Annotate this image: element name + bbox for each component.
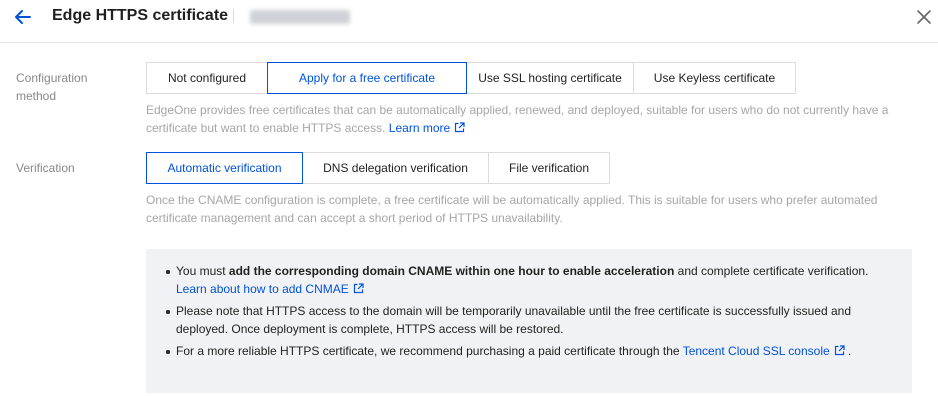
option-not-configured[interactable]: Not configured	[146, 62, 268, 94]
ssl-console-link[interactable]: Tencent Cloud SSL console	[683, 344, 845, 358]
notice-list: You must add the corresponding domain CN…	[164, 262, 884, 364]
header-divider	[0, 42, 938, 43]
config-method-label-line2: method	[16, 89, 57, 103]
config-method-selector: Not configured Apply for a free certific…	[146, 62, 796, 94]
page-title: Edge HTTPS certificate	[52, 7, 229, 24]
notice-item3-suffix: .	[844, 344, 852, 358]
learn-more-label: Learn more	[388, 121, 451, 135]
verification-description: Once the CNAME configuration is complete…	[146, 193, 878, 225]
notice-item1-prefix: You must	[176, 264, 229, 278]
notice-item-paid-cert: For a more reliable HTTPS certificate, w…	[164, 342, 884, 360]
domain-name-blurred	[250, 10, 350, 24]
back-arrow-icon[interactable]	[12, 6, 34, 28]
verification-label: Verification	[16, 161, 75, 175]
external-link-icon	[834, 345, 845, 356]
notice-box: You must add the corresponding domain CN…	[146, 249, 912, 393]
notice-item-unavailable: Please note that HTTPS access to the dom…	[164, 302, 884, 338]
learn-more-link[interactable]: Learn more	[389, 121, 465, 135]
notice-item-cname: You must add the corresponding domain CN…	[164, 262, 884, 298]
title-divider	[233, 9, 234, 23]
config-method-label: Configuration method	[16, 69, 126, 105]
config-method-label-line1: Configuration	[16, 71, 88, 85]
cname-help-link[interactable]: Learn about how to add CNMAE	[176, 282, 364, 296]
option-keyless-certificate[interactable]: Use Keyless certificate	[633, 62, 796, 94]
notice-item1-bold: add the corresponding domain CNAME withi…	[228, 264, 675, 278]
cname-help-label: Learn about how to add CNMAE	[176, 282, 349, 296]
notice-item3-prefix: For a more reliable HTTPS certificate, w…	[176, 344, 683, 358]
page-header: Edge HTTPS certificate	[0, 0, 938, 35]
verification-selector: Automatic verification DNS delegation ve…	[146, 152, 610, 184]
external-link-icon	[455, 122, 465, 133]
option-dns-delegation-verification[interactable]: DNS delegation verification	[302, 152, 489, 184]
option-free-certificate[interactable]: Apply for a free certificate	[267, 62, 467, 94]
config-desc-text: EdgeOne provides free certificates that …	[146, 103, 889, 135]
notice-item1-suffix: and complete certificate verification.	[674, 264, 869, 278]
external-link-icon	[353, 283, 364, 294]
option-file-verification[interactable]: File verification	[488, 152, 610, 184]
option-ssl-hosting-certificate[interactable]: Use SSL hosting certificate	[466, 62, 634, 94]
ssl-console-label: Tencent Cloud SSL console	[682, 344, 830, 358]
close-icon[interactable]	[913, 6, 935, 28]
option-automatic-verification[interactable]: Automatic verification	[146, 152, 303, 184]
config-method-description: EdgeOne provides free certificates that …	[146, 101, 926, 137]
